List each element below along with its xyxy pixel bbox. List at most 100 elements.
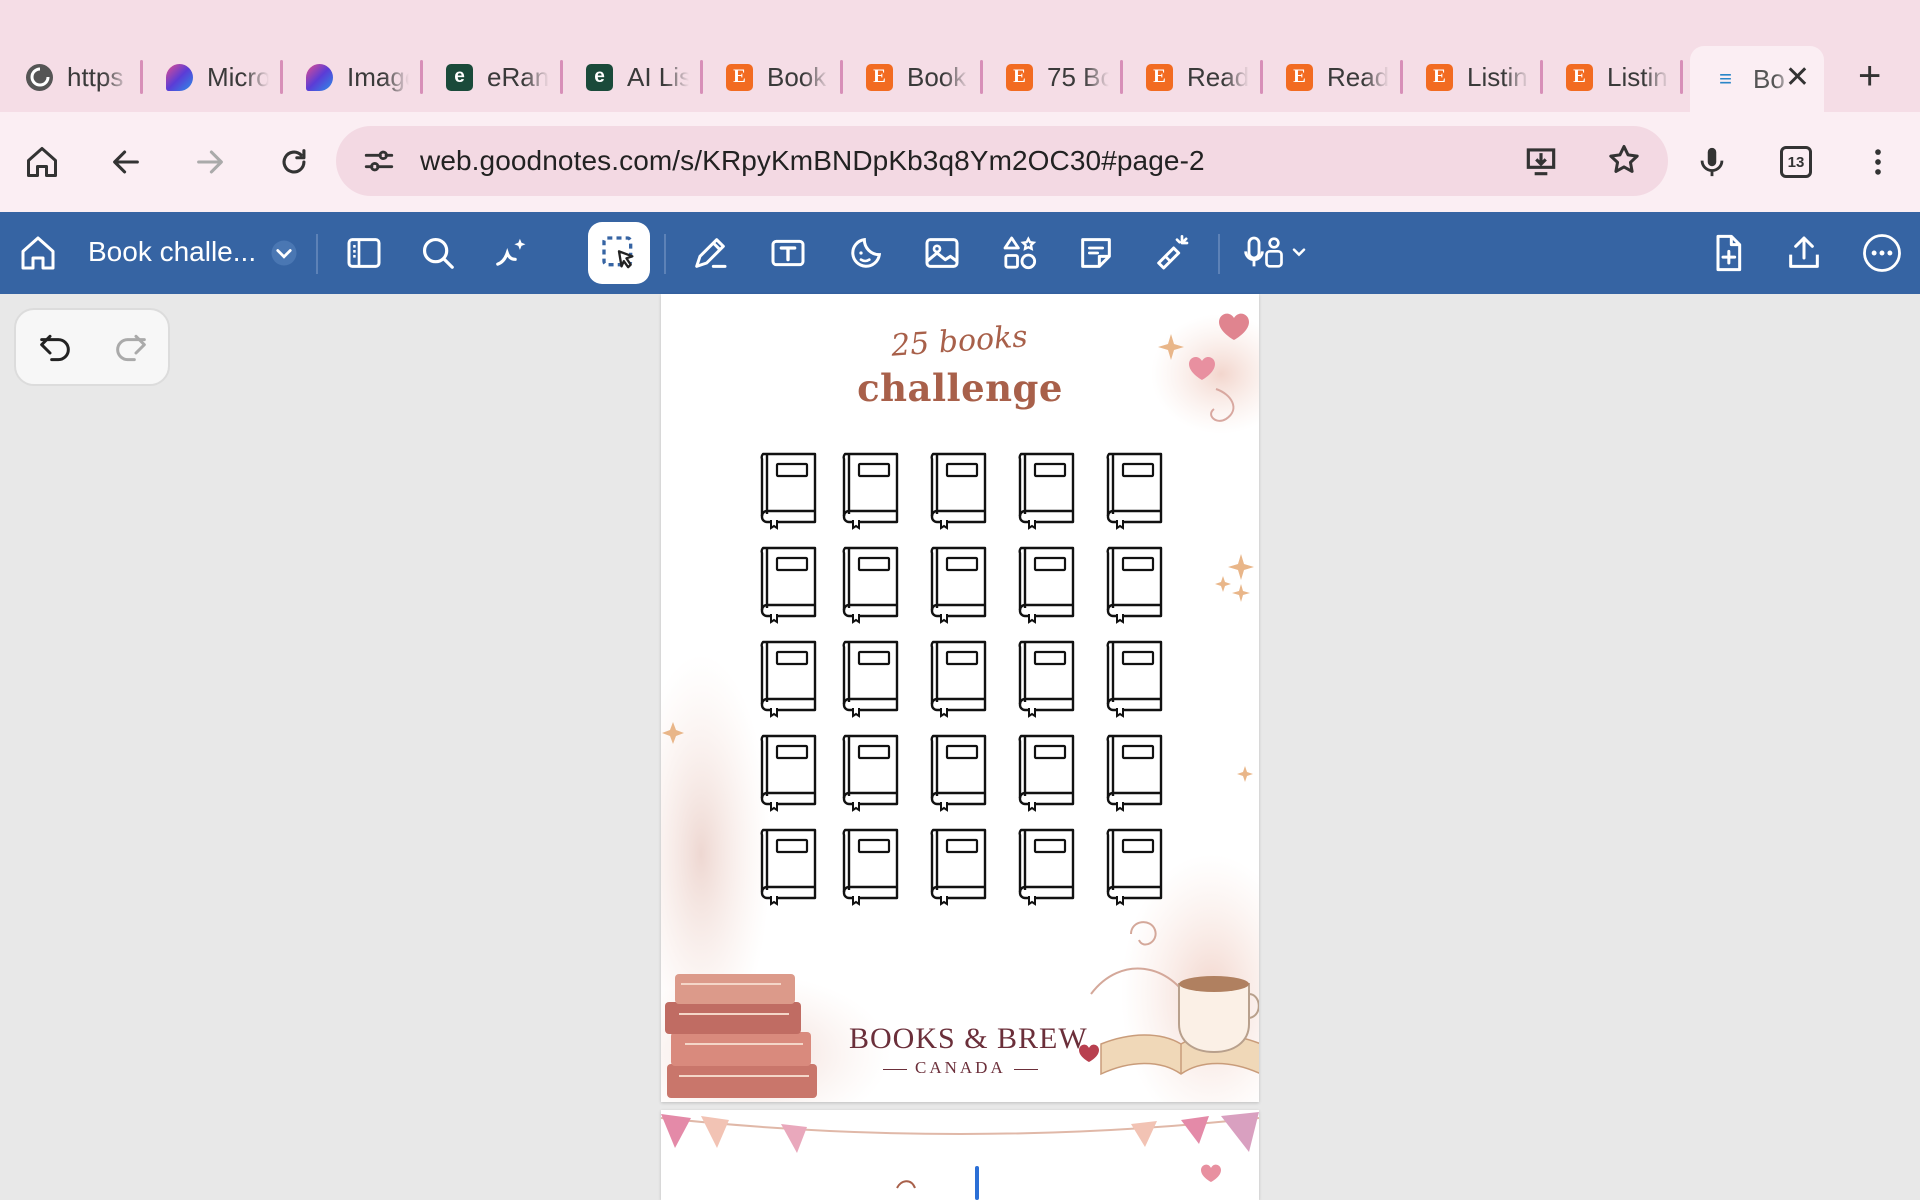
browser-tab[interactable]: Image [282,46,423,108]
more-options-button[interactable] [1860,231,1904,275]
add-page-button[interactable] [1706,231,1750,275]
sticker-icon [851,237,882,268]
sidebar-toggle-button[interactable] [342,231,386,275]
undo-button[interactable] [34,328,76,373]
arrow-left-icon [113,150,139,174]
browser-tab-title: 75 Bo [1047,61,1109,92]
text-tool-button[interactable] [766,231,810,275]
browser-tab[interactable]: E 75 Bo [982,46,1123,108]
audio-recording-icon [1244,236,1306,268]
book-outline-icon [757,544,819,629]
book-outline-icon [1015,826,1077,911]
book-outline-icon [839,544,901,629]
document-menu-button[interactable] [262,231,306,275]
forward-button[interactable] [188,140,232,184]
book-outline-icon [927,638,989,723]
home-button[interactable] [16,231,60,275]
browser-tab[interactable]: e AI Lis [562,46,703,108]
browser-tab[interactable]: ≡ Bo ✕ [1690,46,1824,112]
shapes-tool-button[interactable] [998,231,1042,275]
image-tool-button[interactable] [920,231,964,275]
redo-button[interactable] [110,328,152,373]
install-app-icon[interactable] [1522,142,1560,185]
share-icon [1789,236,1819,268]
home-icon [27,147,57,177]
browser-tab-strip: httpsMicroImageeeRankeAI LisEBookEBookE7… [0,0,1920,112]
audio-recording-button[interactable] [1244,231,1314,275]
browser-menu-button[interactable] [1856,140,1900,184]
book-outline-icon [757,638,819,723]
book-outline-icon [927,732,989,817]
browser-tab[interactable]: E Listin [1402,46,1543,108]
book-outline-icon [1103,638,1165,723]
etsy-icon: E [1146,63,1173,91]
goodnotes-icon: ≡ [1719,66,1732,91]
book-outline-icon [927,544,989,629]
microphone-icon [1700,147,1724,177]
add-page-icon [1716,234,1742,272]
pen-tool-button[interactable] [688,231,732,275]
book-outline-icon [927,450,989,535]
next-notebook-page[interactable] [661,1110,1259,1200]
erank-icon: e [586,63,613,91]
book-outline-icon [839,732,901,817]
document-title[interactable]: Book challe... [88,236,256,268]
browser-tab[interactable]: E Readi [1262,46,1403,108]
page-heading: challenge [857,366,1063,410]
reload-button[interactable] [272,140,316,184]
browser-tab[interactable]: https [2,46,143,108]
laser-pointer-icon [1157,235,1189,270]
browser-tab[interactable]: E Readi [1122,46,1263,108]
lasso-select-button[interactable] [588,222,650,284]
share-button[interactable] [1782,231,1826,275]
reload-icon [282,149,306,174]
book-outline-icon [839,826,901,911]
tab-switcher-button[interactable]: 13 [1774,140,1818,184]
ai-assist-button[interactable] [490,231,534,275]
url-text[interactable]: web.goodnotes.com/s/KRpyKmBNDpKb3q8Ym2OC… [420,145,1205,177]
book-outline-icon [1015,450,1077,535]
inaturalist-icon [26,63,53,91]
browser-tab[interactable]: Micro [142,46,283,108]
shapes-icon [1003,236,1037,270]
browser-tab[interactable]: E Book [702,46,843,108]
browser-tab[interactable]: E Book [842,46,983,108]
site-settings-icon[interactable] [362,144,396,183]
back-button[interactable] [104,140,148,184]
sticky-note-icon [1081,238,1111,268]
address-bar[interactable]: web.goodnotes.com/s/KRpyKmBNDpKb3q8Ym2OC… [336,126,1668,196]
etsy-icon: E [1006,63,1033,91]
etsy-icon: E [1426,63,1453,91]
lasso-select-icon [602,236,634,269]
redo-icon [116,334,146,362]
bunting-decoration [661,1112,1259,1200]
bookmark-star-icon[interactable] [1606,142,1642,183]
home-button[interactable] [20,140,64,184]
book-outline-icon [1015,544,1077,629]
image-icon [925,238,959,268]
browser-tab[interactable]: E Listin [1542,46,1683,108]
browser-tab[interactable]: eeRank [422,46,563,108]
browser-tab-title: https [67,61,124,92]
etsy-icon: E [866,63,893,91]
book-outline-icon [757,450,819,535]
new-tab-button[interactable]: + [1858,56,1881,96]
undo-icon [40,334,70,362]
laser-pointer-button[interactable] [1150,231,1194,275]
book-stack-illustration [665,974,817,1098]
notebook-page[interactable]: 25 books challenge BOOKS & BREW CANADA [661,294,1259,1102]
sticky-note-button[interactable] [1074,231,1118,275]
goodnotes-toolbar: Book challe... [0,212,1920,294]
browser-tab-title: Readi [1327,61,1389,92]
toolbar-divider [664,234,666,274]
sticker-tool-button[interactable] [844,231,888,275]
copilot-icon [306,63,333,91]
erank-icon: e [446,63,473,91]
browser-tab-title: Listin [1467,61,1528,92]
close-tab-icon[interactable]: ✕ [1785,63,1810,93]
undo-redo-panel [14,308,170,386]
voice-search-button[interactable] [1690,140,1734,184]
search-button[interactable] [416,231,460,275]
text-box-icon [771,239,805,267]
book-outline-icon [1103,450,1165,535]
